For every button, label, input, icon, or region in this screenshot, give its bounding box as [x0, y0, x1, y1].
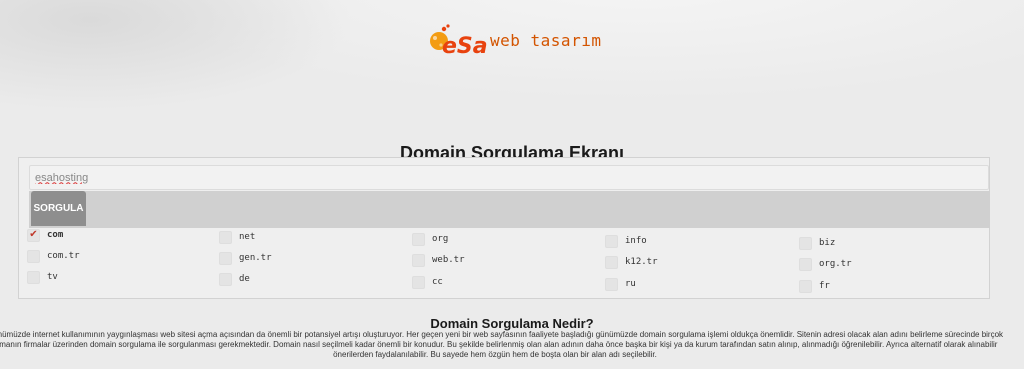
tld-label: com: [47, 230, 64, 240]
checkbox[interactable]: [219, 251, 232, 265]
esa-logo-mark-icon: eSa: [430, 24, 488, 59]
domain-search-input[interactable]: [30, 166, 988, 189]
domain-search-panel: SORGULA ✔ com net org info biz com.tr ge…: [18, 157, 990, 299]
tld-option-k12-tr[interactable]: k12.tr: [605, 255, 658, 269]
search-field-wrapper: [29, 165, 989, 190]
tld-label: fr: [819, 281, 830, 291]
checkbox[interactable]: [219, 272, 232, 286]
description-line: Günümüzde internet kullanımının yaygınla…: [0, 330, 1004, 339]
tld-label: info: [625, 236, 647, 246]
checkbox[interactable]: [799, 279, 812, 293]
tld-option-org-tr[interactable]: org.tr: [799, 257, 852, 271]
tld-option-cc[interactable]: cc: [412, 275, 443, 289]
tld-option-tv[interactable]: tv: [27, 270, 58, 284]
background-decoration: [0, 0, 1024, 120]
checkbox-checked-icon[interactable]: ✔: [27, 228, 40, 242]
checkbox[interactable]: [799, 236, 812, 250]
tld-option-fr[interactable]: fr: [799, 279, 830, 293]
tld-label: ru: [625, 279, 636, 289]
tld-option-com[interactable]: ✔ com: [27, 228, 63, 242]
description-text: Günümüzde internet kullanımının yaygınla…: [0, 330, 1024, 360]
tld-option-org[interactable]: org: [412, 232, 448, 246]
tld-label: web.tr: [432, 255, 465, 265]
section-title: Domain Sorgulama Nedir?: [430, 316, 594, 331]
checkbox[interactable]: [605, 255, 618, 269]
brand-tagline: web tasarım: [490, 30, 602, 50]
tld-label: net: [239, 232, 256, 242]
checkbox[interactable]: [605, 277, 618, 291]
description-line: önerilerden faydalanılabilir. Bu sayede …: [333, 350, 657, 359]
tld-option-com-tr[interactable]: com.tr: [27, 249, 80, 263]
checkbox[interactable]: [27, 249, 40, 263]
tld-label: biz: [819, 238, 836, 248]
tld-option-web-tr[interactable]: web.tr: [412, 253, 465, 267]
brand-logo[interactable]: eSa web tasarım: [428, 20, 601, 60]
checkbox[interactable]: [605, 234, 618, 248]
sorgula-button[interactable]: SORGULA: [31, 191, 86, 226]
checkbox[interactable]: [219, 230, 232, 244]
tld-label: gen.tr: [239, 253, 272, 263]
tld-label: tv: [47, 272, 58, 282]
svg-text:eSa: eSa: [442, 34, 488, 59]
checkbox[interactable]: [27, 270, 40, 284]
description-line: firmanın firmalar üzerinden domain sorgu…: [0, 340, 998, 349]
button-bar: SORGULA: [29, 191, 990, 228]
tld-option-gen-tr[interactable]: gen.tr: [219, 251, 272, 265]
checkbox[interactable]: [412, 253, 425, 267]
tld-label: cc: [432, 277, 443, 287]
checkbox[interactable]: [799, 257, 812, 271]
tld-label: k12.tr: [625, 257, 658, 267]
checkbox[interactable]: [412, 232, 425, 246]
tld-label: com.tr: [47, 251, 80, 261]
tld-option-de[interactable]: de: [219, 272, 250, 286]
tld-option-info[interactable]: info: [605, 234, 647, 248]
tld-label: org: [432, 234, 449, 244]
checkbox[interactable]: [412, 275, 425, 289]
tld-option-ru[interactable]: ru: [605, 277, 636, 291]
tld-label: org.tr: [819, 259, 852, 269]
tld-label: de: [239, 274, 250, 284]
tld-option-biz[interactable]: biz: [799, 236, 835, 250]
tld-option-net[interactable]: net: [219, 230, 255, 244]
